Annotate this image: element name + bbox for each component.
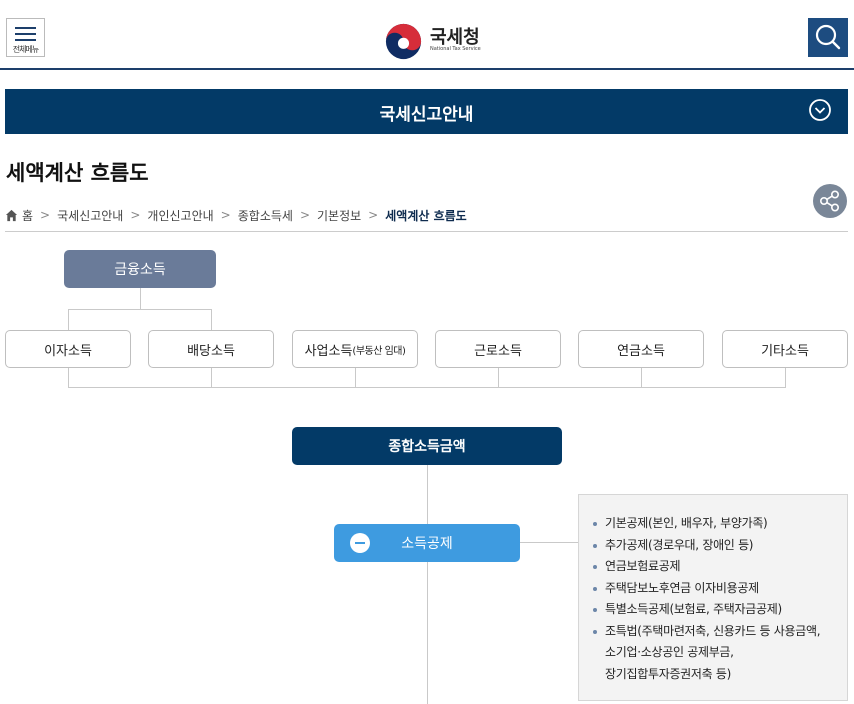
list-item: 특별소득공제(보험료, 주택자금공제) xyxy=(593,599,837,621)
home-icon xyxy=(5,209,18,221)
deduction-detail-list: 기본공제(본인, 배우자, 부양가족) 추가공제(경로우대, 장애인 등) 연금… xyxy=(578,494,848,701)
pension-income-box: 연금소득 xyxy=(578,330,704,368)
chevron-right-icon: > xyxy=(368,208,379,222)
connector-line xyxy=(68,309,69,330)
site-header: 전체메뉴 국세청 National Tax Service xyxy=(0,0,854,70)
chevron-right-icon: > xyxy=(130,208,141,222)
connector-line xyxy=(211,368,212,387)
all-menu-label: 전체메뉴 xyxy=(12,45,39,54)
connector-line xyxy=(211,309,212,330)
connector-line xyxy=(68,368,69,387)
section-title: 국세신고안내 xyxy=(379,105,474,125)
connector-line xyxy=(355,368,356,387)
chevron-right-icon: > xyxy=(40,208,51,222)
connector-line xyxy=(68,387,786,388)
list-item-continued: 소기업·소상공인 공제부금, xyxy=(605,645,734,659)
total-income-box: 종합소득금액 xyxy=(292,427,562,465)
connector-line xyxy=(785,368,786,387)
earned-income-box: 근로소득 xyxy=(435,330,561,368)
search-icon xyxy=(815,24,841,50)
list-item-continued: 장기집합투자증권저축 등) xyxy=(605,666,732,681)
hamburger-icon xyxy=(15,27,36,29)
list-item: 조특법(주택마련저축, 신용카드 등 사용금액, xyxy=(593,621,837,643)
divider xyxy=(5,231,848,232)
dividend-income-box: 배당소득 xyxy=(148,330,274,368)
breadcrumb-item[interactable]: 기본정보 xyxy=(317,207,361,224)
connector-line xyxy=(68,309,212,310)
breadcrumb-current: 세액계산 흐름도 xyxy=(385,208,467,223)
interest-income-box: 이자소득 xyxy=(5,330,131,368)
income-label: 사업소득 xyxy=(304,343,353,359)
income-label: 근로소득 xyxy=(474,343,522,359)
search-button[interactable] xyxy=(808,18,848,57)
financial-income-box: 금융소득 xyxy=(64,250,216,288)
chevron-right-icon: > xyxy=(220,208,231,222)
breadcrumb-home[interactable]: 홈 xyxy=(22,207,33,224)
connector-line xyxy=(140,288,141,309)
income-label: 이자소득 xyxy=(44,343,92,359)
deduction-label: 소득공제 xyxy=(401,536,453,552)
breadcrumb: 홈 > 국세신고안내 > 개인신고안내 > 종합소득세 > 기본정보 > 세액계… xyxy=(5,206,467,224)
connector-line xyxy=(427,465,428,704)
hamburger-icon-bar xyxy=(15,39,36,41)
list-item: 연금보험료공제 xyxy=(593,556,837,578)
business-income-box: 사업소득 (부동산 임대) xyxy=(292,330,418,368)
income-label: 연금소득 xyxy=(617,343,665,359)
nts-emblem-icon xyxy=(385,23,422,60)
hamburger-icon-bar xyxy=(15,33,36,35)
section-menu-bar[interactable]: 국세신고안내 xyxy=(5,89,848,134)
page-title: 세액계산 흐름도 xyxy=(6,161,149,185)
share-icon xyxy=(820,190,839,212)
connector-line xyxy=(520,542,578,543)
income-label: 배당소득 xyxy=(187,343,235,359)
chevron-down-icon[interactable] xyxy=(808,98,832,122)
share-button[interactable] xyxy=(813,184,847,218)
chevron-right-icon: > xyxy=(299,208,310,222)
logo-subtitle: National Tax Service xyxy=(430,46,481,52)
connector-line xyxy=(641,368,642,387)
list-item: 추가공제(경로우대, 장애인 등) xyxy=(593,535,837,557)
connector-line xyxy=(498,368,499,387)
income-label: 기타소득 xyxy=(761,343,809,359)
other-income-box: 기타소득 xyxy=(722,330,848,368)
income-deduction-toggle[interactable]: 소득공제 xyxy=(334,524,520,562)
income-sublabel: (부동산 임대) xyxy=(352,345,406,357)
breadcrumb-item[interactable]: 국세신고안내 xyxy=(57,207,123,224)
breadcrumb-item[interactable]: 종합소득세 xyxy=(238,207,293,224)
list-item: 주택담보노후연금 이자비용공제 xyxy=(593,578,837,600)
list-item: 기본공제(본인, 배우자, 부양가족) xyxy=(593,513,837,535)
minus-circle-icon xyxy=(350,533,370,553)
breadcrumb-item[interactable]: 개인신고안내 xyxy=(147,207,213,224)
all-menu-button[interactable]: 전체메뉴 xyxy=(6,18,45,57)
